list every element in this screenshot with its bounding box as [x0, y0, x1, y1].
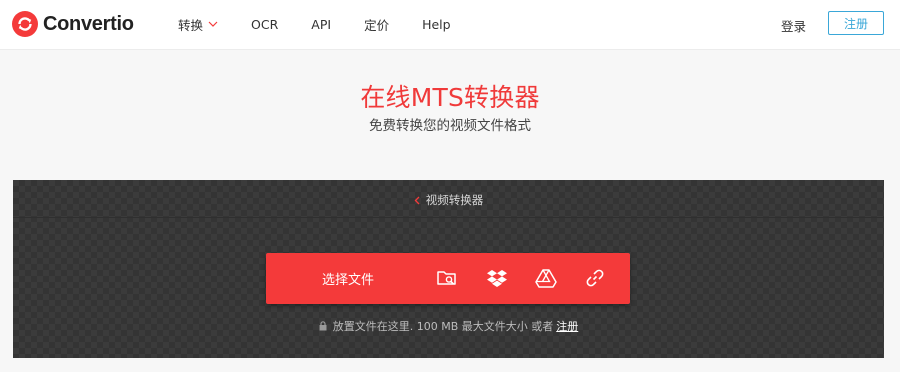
chevron-left-icon	[414, 196, 420, 205]
back-link-label: 视频转换器	[425, 193, 484, 207]
lock-icon	[319, 321, 327, 331]
nav-api[interactable]: API	[311, 17, 331, 32]
google-drive-icon	[535, 269, 557, 288]
upload-note: 放置文件在这里. 100 MB 最大文件大小 或者 注册	[13, 318, 884, 334]
logo[interactable]: Convertio	[12, 11, 134, 37]
nav-pricing[interactable]: 定价	[364, 15, 389, 34]
upload-bar: 选择文件	[266, 253, 630, 304]
login-link[interactable]: 登录	[781, 16, 806, 35]
url-link-icon	[586, 269, 604, 287]
nav-convert-label: 转换	[178, 17, 204, 33]
converter-panel: 视频转换器 选择文件 放置文件在这里. 100 MB 最大文件大小 或者 注册	[13, 180, 884, 358]
url-link-button[interactable]	[583, 266, 607, 290]
main-nav: 转换 OCR API 定价 Help	[178, 0, 451, 48]
register-link[interactable]: 注册	[556, 320, 578, 333]
choose-file-button[interactable]: 选择文件	[266, 253, 421, 304]
page-subtitle: 免费转换您的视频文件格式	[369, 118, 531, 134]
nav-ocr[interactable]: OCR	[251, 17, 278, 32]
nav-convert[interactable]: 转换	[178, 15, 218, 34]
page-title: 在线MTS转换器	[360, 83, 540, 112]
dropbox-button[interactable]	[485, 266, 509, 290]
folder-search-icon	[437, 271, 456, 285]
folder-search-button[interactable]	[435, 266, 459, 290]
signup-button[interactable]: 注册	[828, 11, 884, 35]
nav-help[interactable]: Help	[422, 17, 451, 32]
convertio-logo-icon	[12, 11, 38, 37]
chevron-down-icon	[208, 21, 218, 27]
logo-text: Convertio	[43, 12, 134, 35]
top-header: Convertio 转换 OCR API 定价 Help 登录 注册	[0, 0, 900, 50]
dropbox-icon	[487, 270, 507, 287]
panel-top-bar: 视频转换器	[13, 180, 884, 218]
google-drive-button[interactable]	[534, 266, 558, 290]
upload-note-text: 放置文件在这里. 100 MB 最大文件大小 或者	[332, 320, 554, 333]
back-to-video-converter-link[interactable]: 视频转换器	[13, 192, 884, 208]
